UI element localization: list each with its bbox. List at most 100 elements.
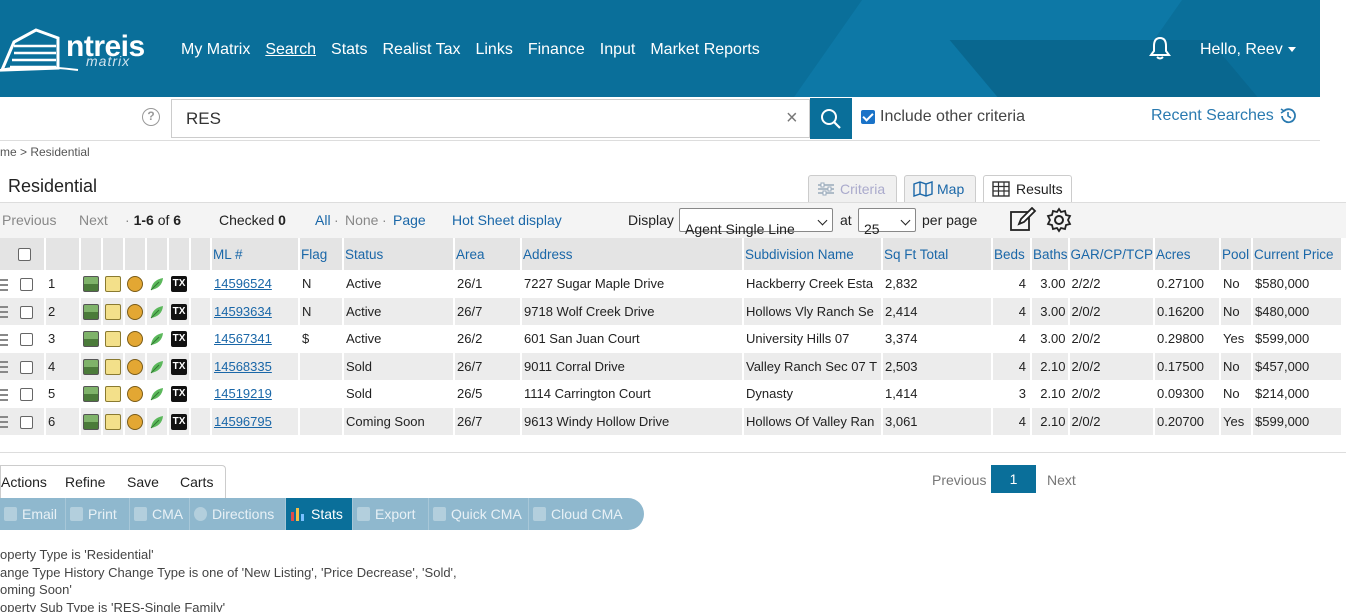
check-page-link[interactable]: Page [393, 212, 426, 228]
col-baths[interactable]: Baths [1032, 238, 1068, 270]
bell-icon[interactable] [1149, 36, 1171, 60]
col-area[interactable]: Area [455, 238, 520, 270]
table-row[interactable]: 4 TX 14568335 Sold 26/7 9011 Corral Drive Vall… [0, 352, 1342, 380]
tab-refine[interactable]: Refine [65, 474, 105, 490]
hot-sheet-link[interactable]: Hot Sheet display [452, 212, 562, 228]
tax-icon[interactable]: TX [171, 276, 187, 293]
history-icon[interactable] [127, 413, 143, 430]
col-gar[interactable]: GAR/CP/TCP [1069, 238, 1154, 270]
ml-number-link[interactable]: 14567341 [214, 331, 272, 346]
email-button[interactable]: Email [0, 498, 66, 530]
next-link[interactable]: Next [79, 212, 108, 228]
nav-my-matrix[interactable]: My Matrix [181, 40, 250, 60]
check-all-link[interactable]: All [315, 212, 331, 228]
drag-handle-icon[interactable] [0, 388, 8, 401]
table-row[interactable]: 6 TX 14596795 Coming Soon 26/7 9613 Windy Hol… [0, 407, 1342, 435]
pager-next[interactable]: Next [1047, 472, 1076, 488]
recent-searches-link[interactable]: Recent Searches [1151, 106, 1298, 126]
photo-icon[interactable] [83, 358, 99, 375]
nav-stats[interactable]: Stats [331, 40, 367, 60]
green-leaf-icon[interactable] [149, 386, 165, 402]
tax-icon[interactable]: TX [171, 413, 187, 430]
col-acres[interactable]: Acres [1155, 238, 1220, 270]
user-menu[interactable]: Hello, Reev [1200, 41, 1296, 59]
col-status[interactable]: Status [344, 238, 453, 270]
per-page-select[interactable]: 25 [858, 208, 916, 237]
row-checkbox[interactable] [19, 388, 33, 402]
row-checkbox[interactable] [19, 333, 33, 347]
previous-link[interactable]: Previous [2, 212, 56, 228]
green-leaf-icon[interactable] [149, 359, 165, 375]
tax-icon[interactable]: TX [171, 386, 187, 403]
row-checkbox[interactable] [19, 278, 33, 292]
pager-previous[interactable]: Previous [932, 472, 986, 488]
nav-market-reports[interactable]: Market Reports [650, 40, 759, 60]
table-row[interactable]: 5 TX 14519219 Sold 26/5 1114 Carrington Court… [0, 380, 1341, 408]
ml-number-link[interactable]: 14596524 [214, 276, 272, 291]
include-other-criteria[interactable]: Include other criteria [861, 108, 1025, 126]
check-none-link[interactable]: None [345, 212, 378, 228]
row-checkbox[interactable] [19, 305, 33, 319]
tab-carts[interactable]: Carts [180, 474, 213, 490]
tab-map[interactable]: Map [904, 175, 976, 202]
pager-current-page[interactable]: 1 [991, 465, 1036, 493]
history-icon[interactable] [127, 358, 143, 375]
ml-number-link[interactable]: 14593634 [214, 304, 272, 319]
row-checkbox[interactable] [19, 415, 33, 429]
map-pin-icon[interactable] [105, 358, 121, 375]
col-sqft[interactable]: Sq Ft Total [883, 238, 991, 270]
ml-number-link[interactable]: 14596795 [214, 414, 272, 429]
col-pool[interactable]: Pool [1221, 238, 1252, 270]
map-pin-icon[interactable] [105, 413, 121, 430]
green-leaf-icon[interactable] [149, 304, 165, 320]
photo-icon[interactable] [83, 276, 99, 293]
history-icon[interactable] [127, 331, 143, 348]
table-row[interactable]: 3 TX 14567341 $ Active 26/2 601 San Juan Court… [0, 325, 1341, 353]
drag-handle-icon[interactable] [0, 306, 8, 319]
nav-realist-tax[interactable]: Realist Tax [383, 40, 461, 60]
photo-icon[interactable] [83, 413, 99, 430]
clear-search-icon[interactable]: × [786, 108, 798, 128]
cloud-cma-button[interactable]: Cloud CMA [529, 498, 634, 530]
photo-icon[interactable] [83, 386, 99, 403]
help-icon[interactable]: ? [142, 108, 160, 126]
edit-icon[interactable] [1009, 207, 1037, 233]
print-button[interactable]: Print [66, 498, 130, 530]
table-row[interactable]: 1 TX 14596524 N Active 26/1 7227 Sugar Maple D… [0, 270, 1341, 298]
drag-handle-icon[interactable] [0, 416, 8, 429]
col-flag[interactable]: Flag [300, 238, 342, 270]
nav-finance[interactable]: Finance [528, 40, 585, 60]
map-pin-icon[interactable] [105, 276, 121, 293]
breadcrumb[interactable]: me > Residential [0, 145, 90, 159]
gear-icon[interactable] [1046, 207, 1072, 233]
nav-links[interactable]: Links [475, 40, 512, 60]
nav-search[interactable]: Search [265, 40, 316, 60]
tax-icon[interactable]: TX [171, 358, 187, 375]
search-input[interactable]: RES [171, 99, 810, 138]
photo-icon[interactable] [83, 303, 99, 320]
include-other-checkbox[interactable] [861, 110, 875, 124]
select-all-checkbox[interactable] [18, 248, 31, 262]
col-ml[interactable]: ML # [212, 238, 298, 270]
tab-criteria[interactable]: Criteria [808, 175, 897, 202]
green-leaf-icon[interactable] [149, 414, 165, 430]
col-subdivision[interactable]: Subdivision Name [744, 238, 881, 270]
display-select[interactable]: Agent Single Line [679, 208, 833, 237]
green-leaf-icon[interactable] [149, 276, 165, 292]
ml-number-link[interactable]: 14568335 [214, 359, 272, 374]
directions-button[interactable]: Directions [190, 498, 286, 530]
cma-button[interactable]: CMA [130, 498, 190, 530]
ntreis-logo[interactable]: ntreis matrix [0, 26, 155, 72]
table-row[interactable]: 2 TX 14593634 N Active 26/7 9718 Wolf Creek Dr… [0, 297, 1342, 325]
tax-icon[interactable]: TX [171, 331, 187, 348]
nav-input[interactable]: Input [600, 40, 636, 60]
photo-icon[interactable] [83, 331, 99, 348]
map-pin-icon[interactable] [105, 386, 121, 403]
quick-cma-button[interactable]: Quick CMA [429, 498, 529, 530]
drag-handle-icon[interactable] [0, 361, 8, 374]
history-icon[interactable] [127, 303, 143, 320]
ml-number-link[interactable]: 14519219 [214, 386, 272, 401]
tab-actions[interactable]: Actions [1, 466, 54, 500]
history-icon[interactable] [127, 276, 143, 293]
row-checkbox[interactable] [19, 360, 33, 374]
